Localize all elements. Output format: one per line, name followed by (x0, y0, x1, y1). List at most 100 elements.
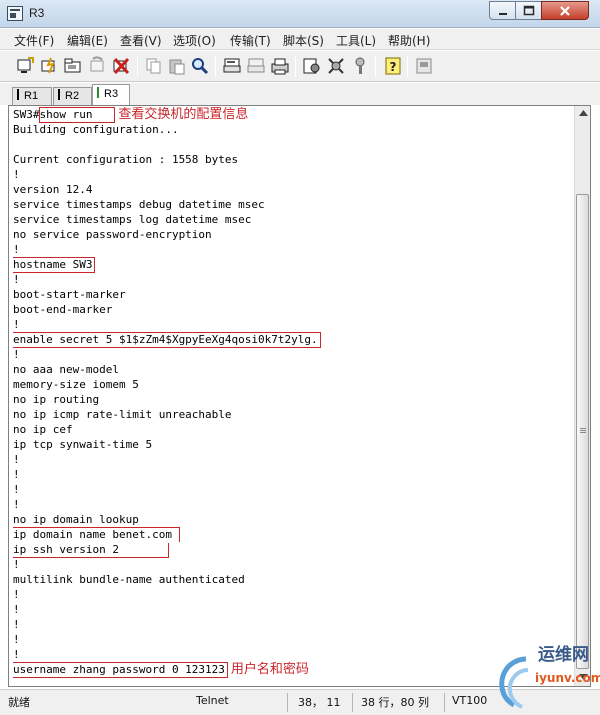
menu-tools[interactable]: 工具(L) (336, 32, 376, 49)
tab-r2[interactable]: R2 (53, 87, 92, 105)
minimize-button[interactable] (489, 1, 516, 20)
terminal-line: no ip icmp rate-limit unreachable (13, 408, 232, 421)
annotation-username: 用户名和密码 (230, 662, 309, 677)
tab-r1[interactable]: R1 (12, 87, 52, 105)
quick-connect-button[interactable] (39, 56, 59, 76)
terminal-line: ! (13, 558, 20, 571)
terminal-line: ! (13, 483, 20, 496)
highlight-username: username zhang password 0 123123 (13, 662, 228, 678)
status-ready: 就绪 (8, 696, 30, 709)
disconnect-icon (113, 57, 130, 75)
find-button[interactable] (190, 56, 210, 76)
menu-view[interactable]: 查看(V) (120, 32, 162, 49)
watermark-title: 运维网 (538, 645, 589, 665)
keymap-button[interactable] (350, 56, 370, 76)
keymap-icon (355, 57, 365, 74)
paste-icon (169, 59, 185, 75)
menu-script[interactable]: 脚本(S) (283, 32, 324, 49)
menu-bar: 文件(F) 编辑(E) 查看(V) 选项(O) 传输(T) 脚本(S) 工具(L… (0, 29, 600, 50)
toolbar-separator (407, 56, 408, 77)
maximize-icon (523, 5, 534, 16)
watermark-domain: iyunv.com (535, 671, 600, 685)
status-emulation: VT100 (452, 694, 488, 707)
svg-text:?: ? (390, 60, 397, 74)
tab-r3[interactable]: R3 (92, 84, 130, 105)
highlight-hostname: hostname SW3 (13, 257, 96, 273)
tab-label: R2 (65, 90, 80, 102)
toolbar: ? (0, 51, 600, 82)
global-options-button[interactable] (326, 56, 346, 76)
print-screen-button[interactable] (270, 56, 290, 76)
menu-edit[interactable]: 编辑(E) (67, 32, 108, 49)
highlight-ssh-version: ip ssh version 2 (13, 543, 169, 558)
terminal-line: service timestamps debug datetime msec (13, 198, 265, 211)
terminal-line: ! (13, 588, 20, 601)
terminal-line: version 12.4 (13, 183, 93, 196)
terminal-output[interactable]: SW3#show runSW3#show run 查看交换机的配置信息Build… (13, 107, 575, 685)
menu-help[interactable]: 帮助(H) (388, 32, 430, 49)
reconnect-icon (90, 56, 104, 72)
global-options-icon (328, 58, 344, 74)
terminal-window[interactable]: SW3#show runSW3#show run 查看交换机的配置信息Build… (8, 105, 591, 687)
window-title: R3 (29, 6, 45, 20)
menu-file[interactable]: 文件(F) (14, 32, 54, 49)
help-icon: ? (385, 57, 401, 75)
status-protocol: Telnet (196, 694, 229, 707)
toolbar-separator (137, 56, 138, 77)
sftp-button[interactable] (414, 56, 434, 76)
session-options-icon (303, 58, 320, 74)
terminal-line: ! (13, 468, 20, 481)
connect-button[interactable] (15, 56, 35, 76)
status-separator (287, 693, 288, 712)
maximize-button[interactable] (515, 1, 542, 20)
terminal-line: ! (13, 273, 20, 286)
securecrt-app-icon[interactable] (7, 6, 23, 21)
paste-button[interactable] (167, 56, 187, 76)
terminal-line: hostname SW3 (13, 257, 575, 273)
terminal-line: Current configuration : 1558 bytes (13, 153, 239, 166)
print-icon (223, 58, 241, 73)
connect-in-tab-button[interactable] (63, 56, 83, 76)
terminal-line: boot-end-marker (13, 303, 113, 316)
scrollbar-thumb[interactable] (576, 194, 589, 669)
toolbar-separator (375, 56, 376, 77)
copy-button[interactable] (144, 56, 164, 76)
highlight-enable-secret: enable secret 5 $1$zZm4$XgpyEeXg4qosi0k7… (13, 332, 321, 348)
tab-status-indicator (17, 89, 19, 100)
highlight-show-run: show run (38, 107, 116, 123)
title-bar: R3 (0, 0, 600, 28)
reconnect-button[interactable] (87, 56, 107, 76)
print-button[interactable] (222, 56, 242, 76)
toolbar-separator (215, 56, 216, 77)
sftp-icon (416, 58, 432, 74)
disconnect-button[interactable] (111, 56, 131, 76)
quick-connect-icon (41, 57, 55, 74)
status-cursor: 38， 11 (298, 696, 341, 709)
connect-icon (17, 57, 34, 73)
terminal-line: service timestamps log datetime msec (13, 213, 252, 226)
session-options-button[interactable] (302, 56, 322, 76)
tab-label: R3 (104, 88, 119, 100)
terminal-line: ! (13, 318, 20, 331)
scroll-up-button[interactable] (575, 106, 591, 122)
print-setup-icon (247, 58, 265, 73)
vertical-scrollbar[interactable] (574, 106, 590, 686)
terminal-line: no service password-encryption (13, 228, 212, 241)
menu-options[interactable]: 选项(O) (173, 32, 216, 49)
tab-label: R1 (24, 90, 39, 102)
terminal-line: enable secret 5 $1$zZm4$XgpyEeXg4qosi0k7… (13, 332, 575, 348)
terminal-line: Building configuration... (13, 123, 179, 136)
terminal-line: ! (13, 453, 20, 466)
terminal-line: boot-start-marker (13, 288, 126, 301)
close-button[interactable] (541, 1, 589, 20)
print-setup-button[interactable] (246, 56, 266, 76)
terminal-line: ! (13, 648, 20, 661)
status-separator (352, 693, 353, 712)
copy-icon (146, 58, 161, 74)
print-screen-icon (271, 58, 289, 75)
help-button[interactable]: ? (383, 56, 403, 76)
menu-transfer[interactable]: 传输(T) (230, 32, 271, 49)
terminal-line: ! (13, 633, 20, 646)
terminal-line: memory-size iomem 5 (13, 378, 139, 391)
